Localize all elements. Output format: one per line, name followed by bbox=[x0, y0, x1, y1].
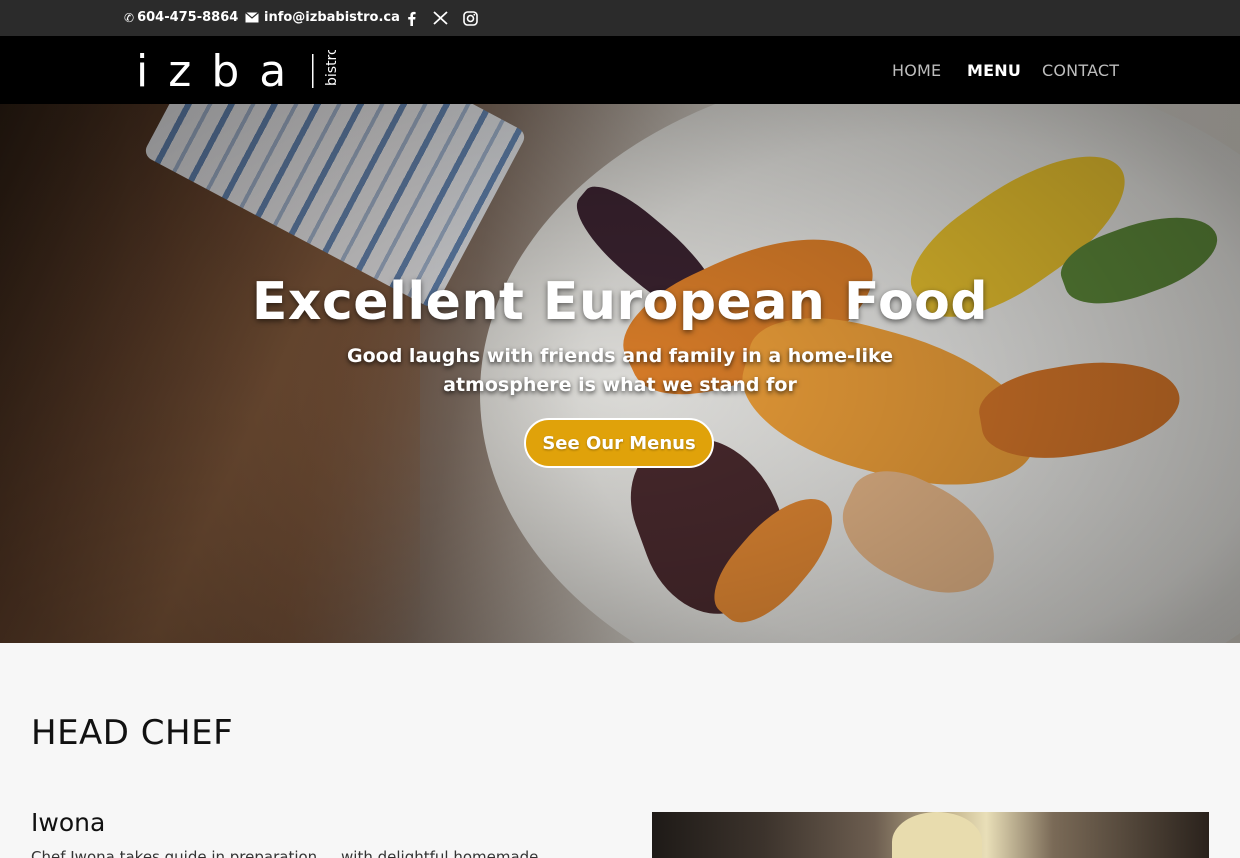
hero-banner: Excellent European Food Good laughs with… bbox=[0, 104, 1240, 643]
x-icon[interactable] bbox=[432, 10, 448, 26]
section-title: HEAD CHEF bbox=[31, 713, 234, 753]
phone-number: 604-475-8864 bbox=[137, 10, 239, 25]
hero-title: Excellent European Food bbox=[251, 272, 989, 332]
chef-photo bbox=[652, 812, 1209, 858]
facebook-icon[interactable] bbox=[403, 10, 419, 26]
hero-subtitle: Good laughs with friends and family in a… bbox=[347, 345, 893, 396]
phone-contact[interactable]: ✆ 604-475-8864 bbox=[124, 10, 238, 25]
phone-icon: ✆ bbox=[124, 10, 135, 25]
chef-portrait bbox=[892, 812, 982, 858]
logo-text: izba bbox=[136, 50, 306, 90]
envelope-icon bbox=[245, 12, 259, 23]
chef-name: Iwona bbox=[31, 808, 106, 837]
izba-bistro-logo[interactable]: izba bistro bbox=[136, 46, 346, 97]
logo-subtext: bistro bbox=[324, 50, 340, 86]
top-bar: ✆ 604-475-8864 info@izbabistro.ca bbox=[0, 0, 1240, 36]
chef-description: Chef Iwona takes guide in preparation ..… bbox=[31, 848, 539, 858]
email-contact[interactable]: info@izbabistro.ca bbox=[245, 10, 400, 25]
nav-menu[interactable]: MENU bbox=[967, 61, 1021, 80]
email-address: info@izbabistro.ca bbox=[264, 10, 400, 25]
nav-contact[interactable]: CONTACT bbox=[1042, 61, 1119, 80]
see-menus-button[interactable]: See Our Menus bbox=[524, 418, 714, 468]
site-header: izba bistro HOME MENU CONTACT bbox=[0, 36, 1240, 104]
nav-home[interactable]: HOME bbox=[892, 61, 941, 80]
instagram-icon[interactable] bbox=[462, 10, 478, 26]
